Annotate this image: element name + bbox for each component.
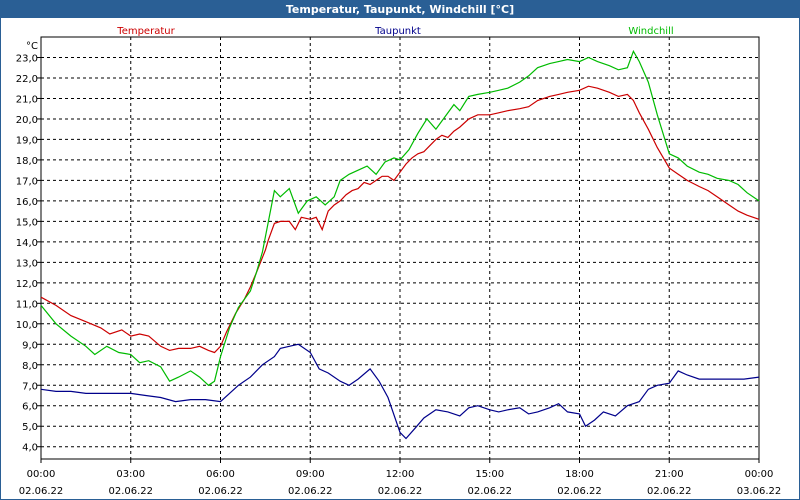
x-tick-date: 02.06.22 [647, 486, 692, 497]
x-tick-date: 03.06.22 [737, 486, 782, 497]
chart-window: Temperatur, Taupunkt, Windchill [°C] Tem… [0, 0, 800, 500]
chart-canvas: Temperatur Taupunkt Windchill 4,0 5,0 6,0 7,0… [16, 26, 782, 497]
x-tick-date: 02.06.22 [198, 486, 243, 497]
y-tick-label: 9,0 [22, 340, 38, 351]
y-tick-label: 10,0 [16, 320, 38, 331]
x-tick-time: 00:00 [745, 469, 774, 480]
x-tick-time: 15:00 [475, 469, 504, 480]
y-tick-label: 7,0 [22, 381, 38, 392]
axes [37, 36, 760, 463]
y-tick-label: 15,0 [16, 217, 38, 228]
y-tick-label: 13,0 [16, 258, 38, 269]
x-tick-date: 02.06.22 [557, 486, 602, 497]
y-tick-label: 17,0 [16, 176, 38, 187]
x-tick-time: 06:00 [206, 469, 235, 480]
x-tick-date: 02.06.22 [108, 486, 153, 497]
x-tick-date: 02.06.22 [378, 486, 423, 497]
y-tick-label: 4,0 [22, 443, 38, 454]
x-tick-date: 02.06.22 [19, 486, 64, 497]
y-tick-label: 23,0 [16, 53, 38, 64]
y-tick-label: 5,0 [22, 422, 38, 433]
legend-item-windchill: Windchill [628, 26, 673, 37]
y-tick-label: 18,0 [16, 156, 38, 167]
legend: Temperatur Taupunkt Windchill [116, 26, 673, 37]
y-tick-label: 19,0 [16, 135, 38, 146]
x-tick-date: 02.06.22 [467, 486, 512, 497]
y-tick-label: 14,0 [16, 238, 38, 249]
x-tick-time: 00:00 [27, 469, 56, 480]
legend-item-temperatur: Temperatur [116, 26, 175, 37]
x-tick-time: 21:00 [655, 469, 684, 480]
x-tick-date: 02.06.22 [288, 486, 333, 497]
legend-item-taupunkt: Taupunkt [374, 26, 421, 37]
y-axis-unit: °C [26, 41, 38, 52]
x-tick-time: 18:00 [565, 469, 594, 480]
y-tick-label: 21,0 [16, 94, 38, 105]
y-tick-label: 8,0 [22, 361, 38, 372]
x-tick-time: 12:00 [386, 469, 415, 480]
y-tick-label: 6,0 [22, 402, 38, 413]
x-tick-time: 09:00 [296, 469, 325, 480]
y-tick-label: 12,0 [16, 279, 38, 290]
y-tick-label: 16,0 [16, 197, 38, 208]
x-tick-time: 03:00 [116, 469, 145, 480]
y-tick-label: 11,0 [16, 299, 38, 310]
y-tick-label: 20,0 [16, 115, 38, 126]
y-tick-label: 22,0 [16, 74, 38, 85]
